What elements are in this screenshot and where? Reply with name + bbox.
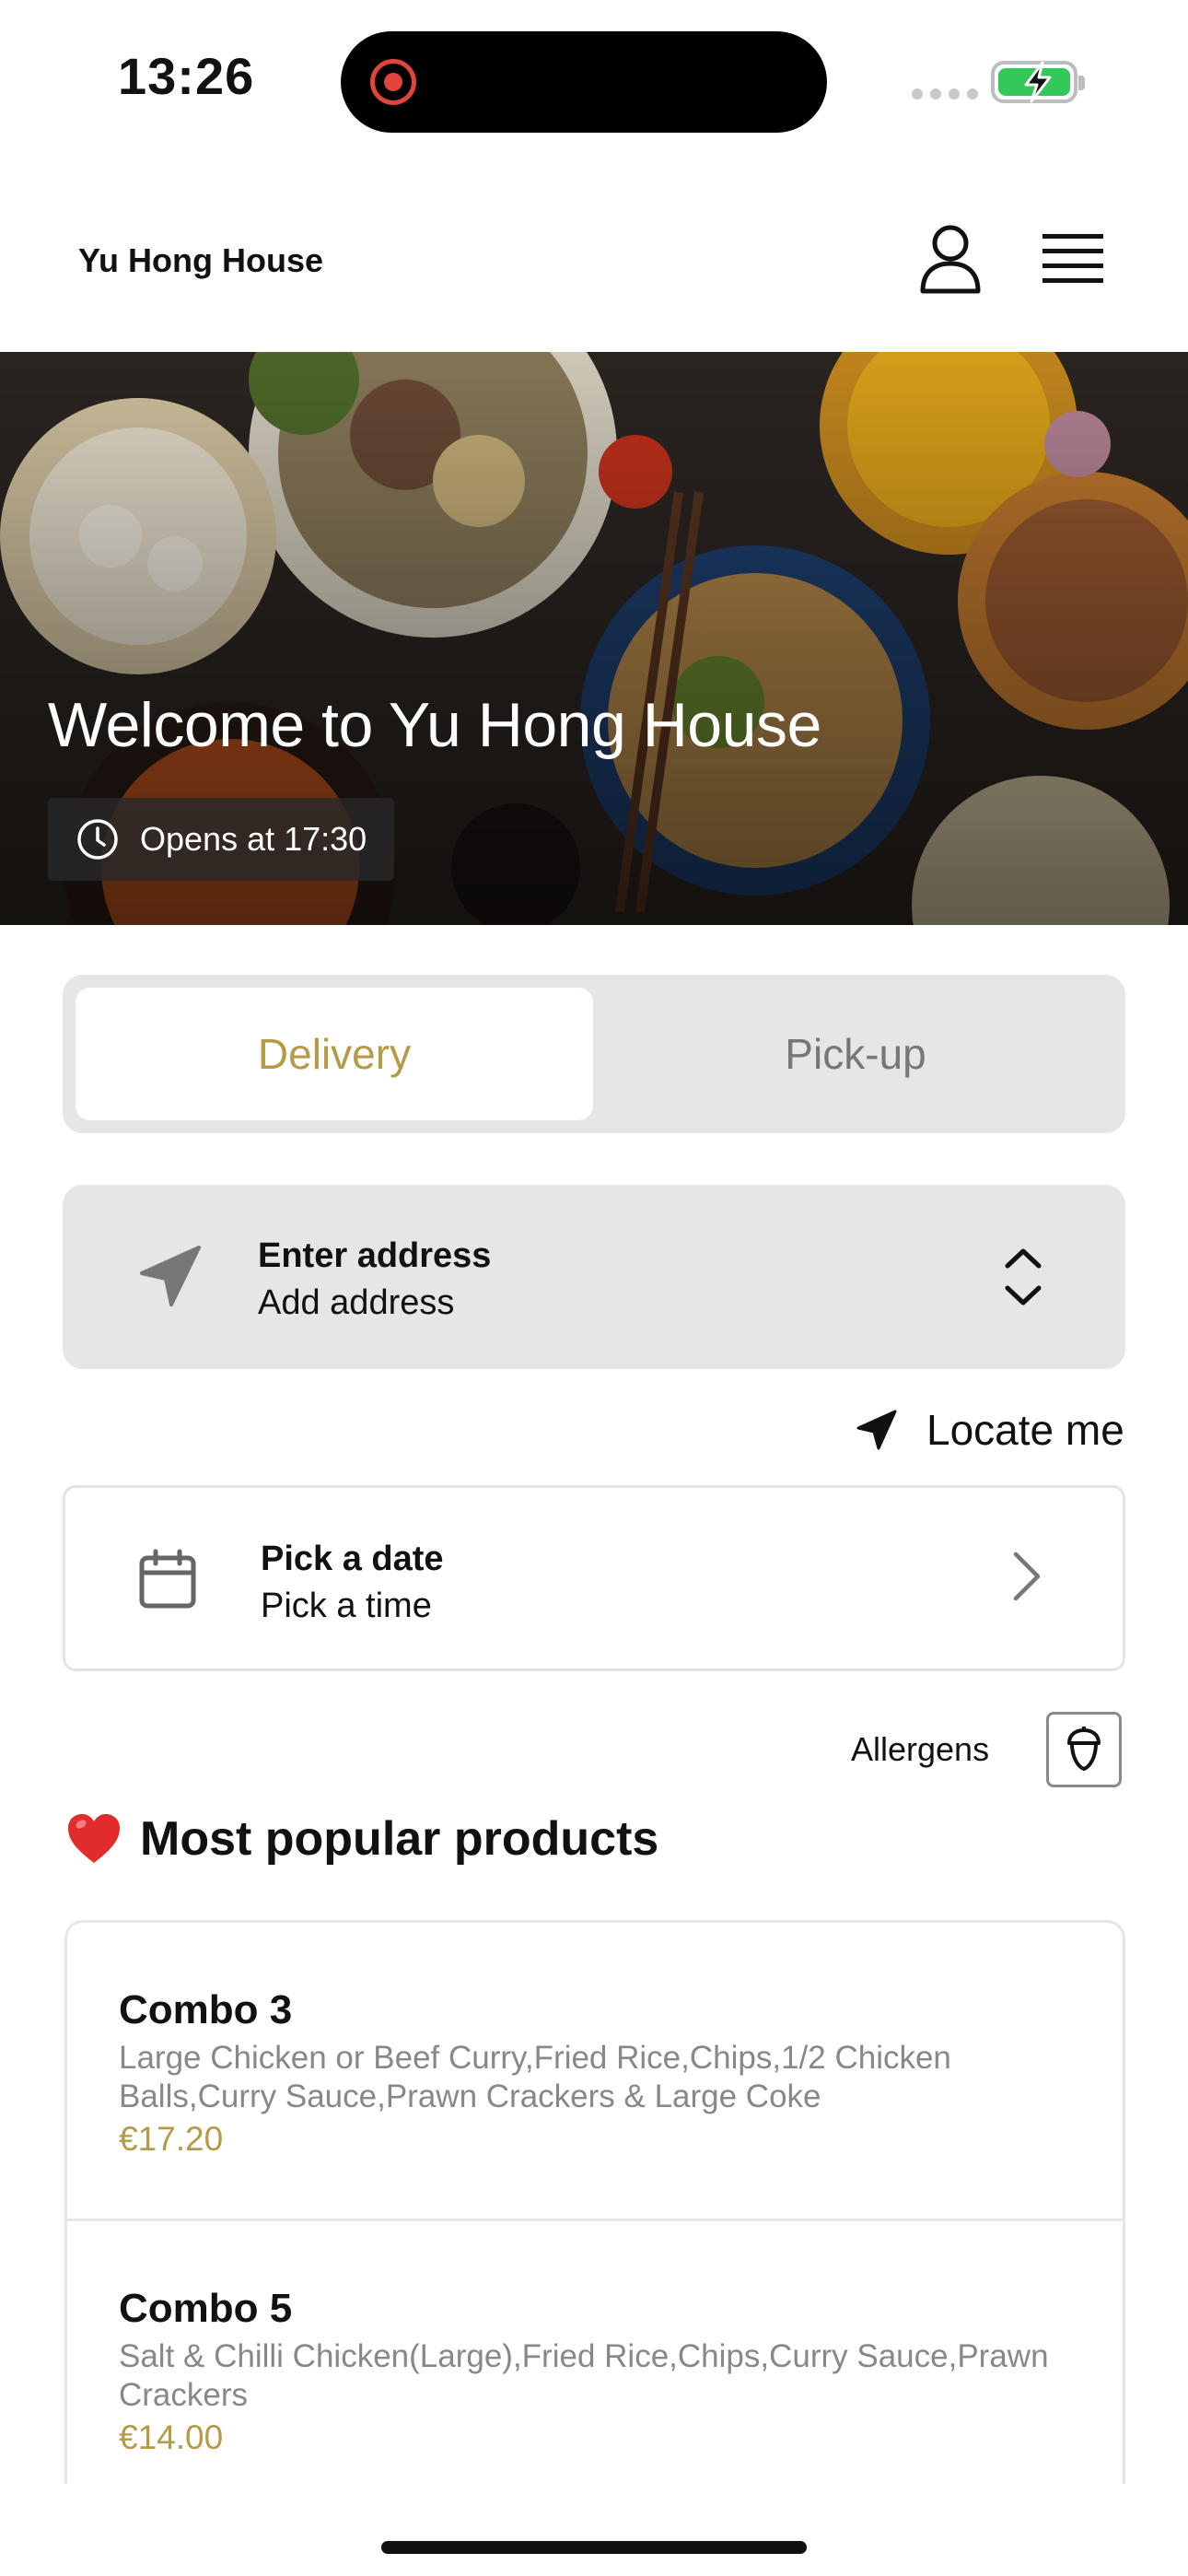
chevron-up-down-icon [1005, 1248, 1042, 1306]
locate-me-label: Locate me [926, 1406, 1124, 1454]
heart-icon [68, 1814, 120, 1863]
tab-delivery[interactable]: Delivery [76, 988, 593, 1120]
popular-section-title: Most popular products [140, 1812, 659, 1866]
product-price: €14.00 [119, 2418, 224, 2456]
battery-icon [991, 61, 1085, 103]
brand-name[interactable]: Yu Hong House [78, 241, 323, 280]
product-name: Combo 5 [119, 2286, 293, 2331]
address-subtitle: Add address [258, 1283, 455, 1322]
clock-icon [77, 819, 118, 860]
location-arrow-icon [140, 1246, 201, 1306]
tab-pickup[interactable]: Pick-up [597, 988, 1114, 1120]
opening-hours-text: Opens at 17:30 [140, 820, 367, 858]
product-price: €17.20 [119, 2120, 224, 2158]
home-indicator[interactable] [381, 2541, 807, 2554]
allergens-button[interactable] [1046, 1712, 1122, 1787]
product-card[interactable]: Combo 5 Salt & Chilli Chicken(Large),Fri… [67, 2221, 1123, 2484]
address-selector[interactable]: Enter address Add address [63, 1185, 1125, 1369]
opening-hours-badge: Opens at 17:30 [48, 798, 395, 881]
allergens-label: Allergens [851, 1730, 990, 1768]
status-time: 13:26 [118, 47, 255, 105]
hamburger-menu-icon [1042, 234, 1103, 283]
product-description: Salt & Chilli Chicken(Large),Fried Rice,… [119, 2338, 1049, 2413]
navigation-arrow-icon [856, 1410, 897, 1450]
hero-banner: Welcome to Yu Hong House Opens at 17:30 [0, 352, 1188, 925]
hero-title: Welcome to Yu Hong House [48, 690, 821, 760]
product-card[interactable]: Combo 3 Large Chicken or Beef Curry,Frie… [67, 1923, 1123, 2221]
recording-icon [370, 59, 416, 105]
popular-products-list: Combo 3 Large Chicken or Beef Curry,Frie… [64, 1920, 1125, 2484]
locate-me-button[interactable]: Locate me [855, 1402, 1124, 1458]
user-icon [920, 225, 981, 294]
acorn-icon [1067, 1727, 1101, 1771]
signal-icon [912, 88, 978, 100]
account-button[interactable] [917, 223, 984, 297]
popular-section-header: Most popular products [64, 1811, 658, 1867]
schedule-picker[interactable]: Pick a date Pick a time [63, 1485, 1125, 1671]
dynamic-island [341, 31, 827, 133]
schedule-subtitle: Pick a time [261, 1587, 432, 1625]
product-description: Large Chicken or Beef Curry,Fried Rice,C… [119, 2040, 951, 2114]
product-name: Combo 3 [119, 1987, 293, 2032]
menu-button[interactable] [1041, 230, 1105, 289]
app-screen: 13:26 Yu Hong House Welcome to Yu Hong H… [0, 0, 1188, 2576]
app-header: Yu Hong House [0, 184, 1188, 350]
calendar-icon [139, 1549, 196, 1609]
chevron-right-icon [1013, 1551, 1041, 1601]
status-bar: 13:26 [0, 0, 1188, 157]
address-title: Enter address [258, 1236, 492, 1275]
order-type-toggle: Delivery Pick-up [63, 975, 1125, 1133]
schedule-title: Pick a date [261, 1540, 444, 1578]
